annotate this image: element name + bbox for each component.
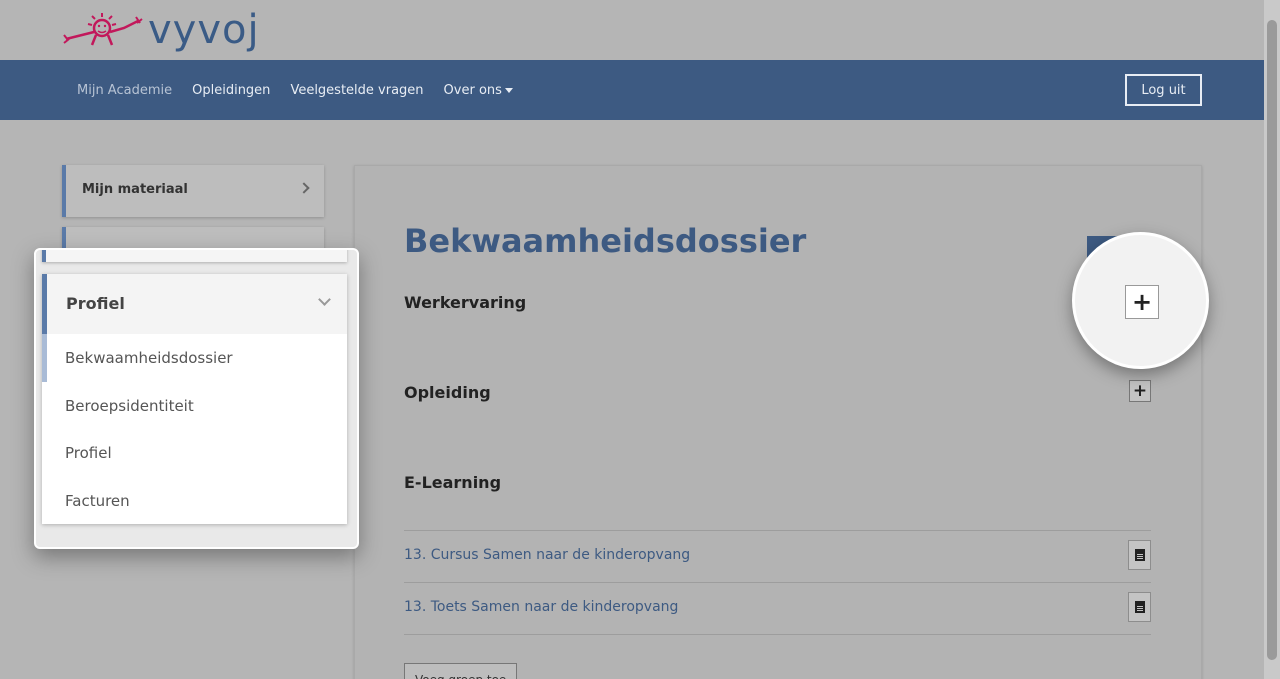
divider (404, 582, 1151, 583)
plus-icon: + (1132, 380, 1148, 401)
view-document-button[interactable] (1128, 592, 1151, 622)
caret-down-icon (504, 87, 513, 93)
nav-over-ons-label: Over ons (443, 82, 502, 98)
nav-opleidingen[interactable]: Opleidingen (192, 83, 270, 98)
profile-menu-highlight: Profiel Bekwaamheidsdossier Beroepsident… (34, 248, 359, 549)
menu-item-beroepsidentiteit[interactable]: Beroepsidentiteit (65, 397, 194, 415)
sidebar-item-label: Mijn materiaal (82, 182, 188, 197)
elearning-item-link[interactable]: 13. Cursus Samen naar de kinderopvang (404, 547, 690, 563)
add-werkervaring-button[interactable]: + (1125, 285, 1159, 319)
add-group-button[interactable]: Voeg groep toe (404, 663, 517, 679)
logout-button[interactable]: Log uit (1125, 74, 1202, 106)
section-heading-elearning: E-Learning (404, 473, 502, 492)
nav-mijn-academie[interactable]: Mijn Academie (77, 83, 172, 98)
logo-text: vyvoj (148, 7, 260, 53)
view-document-button[interactable] (1128, 540, 1151, 570)
chevron-right-icon (298, 182, 310, 194)
menu-item-profiel[interactable]: Profiel (65, 444, 112, 462)
active-indicator (42, 334, 47, 382)
profile-menu-toggle[interactable]: Profiel (42, 274, 347, 334)
divider (404, 530, 1151, 531)
nav-over-ons[interactable]: Over ons (444, 83, 513, 98)
top-header: vyvoj (0, 0, 1264, 60)
add-button-highlight: + (1072, 232, 1209, 369)
profile-menu-title: Profiel (66, 294, 125, 313)
section-heading-opleiding: Opleiding (404, 383, 491, 402)
plus-icon: + (1131, 288, 1153, 316)
main-navbar: Mijn Academie Opleidingen Veelgestelde v… (0, 60, 1264, 120)
document-icon (1134, 549, 1145, 561)
page-title: Bekwaamheidsdossier (404, 222, 807, 260)
sidebar-card-edge (42, 250, 347, 262)
document-icon (1134, 601, 1145, 613)
scrollbar-thumb[interactable] (1267, 20, 1277, 660)
site-logo[interactable]: vyvoj (62, 6, 260, 54)
elearning-item-link[interactable]: 13. Toets Samen naar de kinderopvang (404, 599, 678, 615)
nav-veelgestelde-vragen[interactable]: Veelgestelde vragen (290, 83, 423, 98)
menu-item-bekwaamheidsdossier[interactable]: Bekwaamheidsdossier (65, 349, 233, 367)
section-heading-werkervaring: Werkervaring (404, 293, 527, 312)
chevron-down-icon (318, 293, 331, 306)
page-scrollbar[interactable] (1264, 0, 1280, 679)
sidebar-item-mijn-materiaal[interactable]: Mijn materiaal (62, 165, 324, 217)
profile-dropdown-menu: Profiel Bekwaamheidsdossier Beroepsident… (42, 274, 347, 524)
logo-figure-icon (63, 13, 143, 46)
divider (404, 634, 1151, 635)
add-opleiding-button[interactable]: + (1129, 380, 1151, 402)
menu-item-facturen[interactable]: Facturen (65, 492, 130, 510)
